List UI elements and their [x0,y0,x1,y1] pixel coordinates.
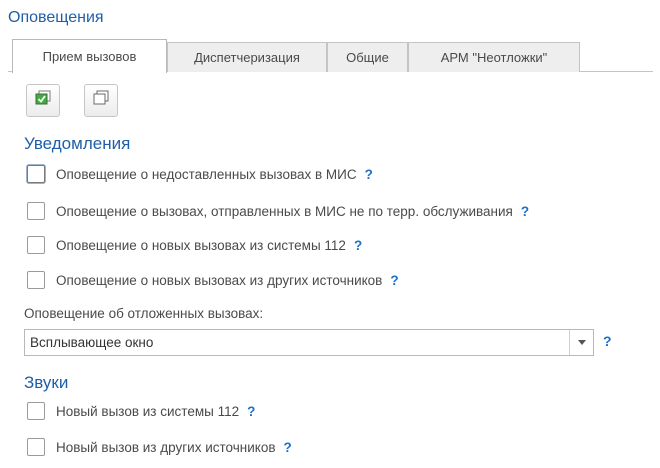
help-icon[interactable]: ? [284,440,292,455]
checkbox-label: Оповещение о новых вызовах из других ист… [56,272,383,288]
checkbox-label: Оповещение о вызовах, отправленных в МИС… [56,203,513,219]
sound-112-option: Новый вызов из системы 112 ? [27,400,255,422]
sound-other-sources-checkbox[interactable] [27,438,45,456]
tab-call-reception[interactable]: Прием вызовов [12,39,167,73]
help-icon[interactable]: ? [603,333,612,349]
dropdown-arrow-icon[interactable] [569,330,593,355]
help-icon[interactable]: ? [247,404,255,419]
help-icon[interactable]: ? [365,167,373,182]
notify-other-sources-checkbox[interactable] [27,271,45,289]
deferred-calls-value: Всплывающее окно [30,335,154,350]
notify-out-of-territory-option: Оповещение о вызовах, отправленных в МИС… [27,200,529,222]
page-title: Оповещения [8,9,104,26]
sound-112-checkbox[interactable] [27,402,45,420]
sounds-section-title: Звуки [24,373,69,392]
notifications-section-title: Уведомления [24,134,131,153]
tab-bar: Прием вызовов Диспетчеризация Общие АРМ … [8,38,653,73]
checkbox-label: Новый вызов из других источников [56,439,276,455]
tab-dispatching[interactable]: Диспетчеризация [167,42,327,72]
tab-urgent-care-workstation[interactable]: АРМ "Неотложки" [408,42,580,72]
notify-112-checkbox[interactable] [27,236,45,254]
check-all-icon [34,90,52,111]
deferred-calls-label: Оповещение об отложенных вызовах: [24,306,264,321]
help-icon[interactable]: ? [354,238,362,253]
tab-general[interactable]: Общие [327,42,408,72]
deferred-calls-select[interactable]: Всплывающее окно [24,329,594,356]
checkbox-label: Новый вызов из системы 112 [56,403,240,419]
checkbox-label: Оповещение о новых вызовах из системы 11… [56,237,346,253]
help-icon[interactable]: ? [521,204,529,219]
notify-undelivered-option: Оповещение о недоставленных вызовах в МИ… [27,163,373,185]
notify-out-of-territory-checkbox[interactable] [27,202,45,220]
sound-other-sources-option: Новый вызов из других источников ? [27,436,292,458]
notify-112-option: Оповещение о новых вызовах из системы 11… [27,234,362,256]
checkbox-label: Оповещение о недоставленных вызовах в МИ… [56,166,357,182]
notify-undelivered-checkbox[interactable] [27,165,45,183]
check-all-button[interactable] [26,84,60,117]
notify-other-sources-option: Оповещение о новых вызовах из других ист… [27,269,399,291]
help-icon[interactable]: ? [390,273,398,288]
uncheck-all-icon [92,90,110,111]
uncheck-all-button[interactable] [84,84,118,117]
